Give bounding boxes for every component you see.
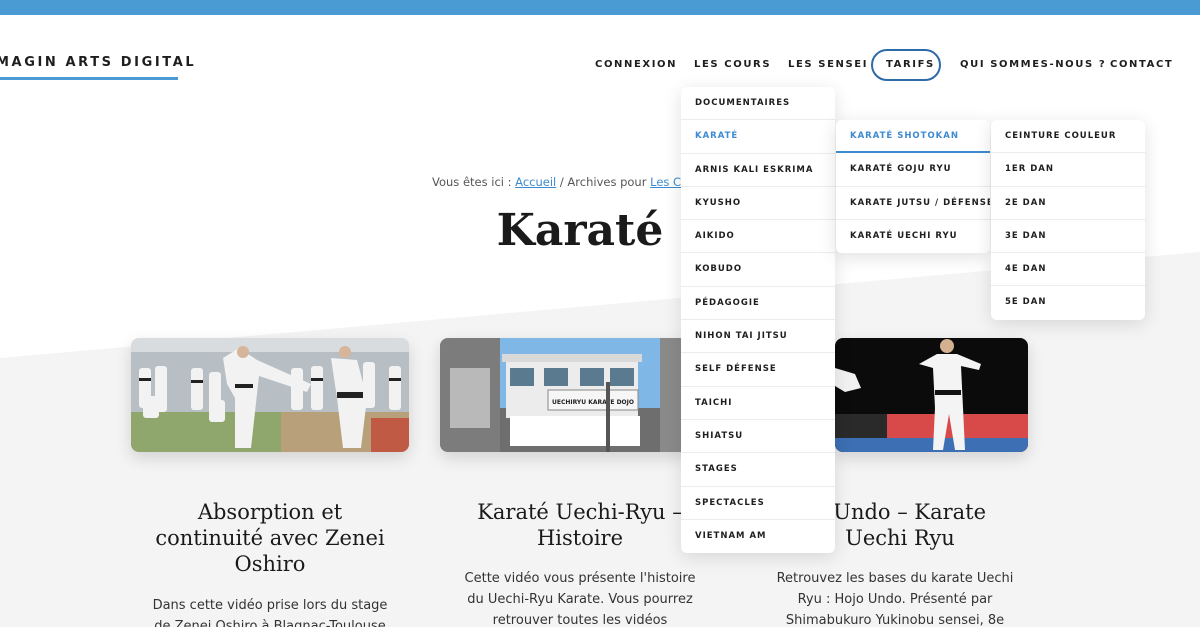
menu-item-vietnam-am[interactable]: VIETNAM AM	[681, 520, 835, 553]
menu-item-karate-goju-ryu[interactable]: KARATÉ GOJU RYU	[836, 153, 990, 187]
card-image-oshiro[interactable]	[131, 338, 409, 452]
menu-item-documentaires[interactable]: DOCUMENTAIRES	[681, 87, 835, 121]
nav-tarifs[interactable]: TARIFS	[886, 49, 935, 81]
menu-item-3e-dan[interactable]: 3E DAN	[991, 220, 1145, 254]
breadcrumb-prefix: Vous êtes ici :	[432, 175, 516, 189]
menu-item-aikido[interactable]: AIKIDO	[681, 220, 835, 254]
menu-item-ceinture-couleur[interactable]: CEINTURE COULEUR	[991, 120, 1145, 154]
menu-item-stages[interactable]: STAGES	[681, 453, 835, 487]
nav-les-sensei[interactable]: LES SENSEI	[788, 49, 868, 81]
menu-item-karate-shotokan[interactable]: KARATÉ SHOTOKAN	[836, 120, 990, 154]
breadcrumb-separator: / Archives pour	[556, 175, 651, 189]
card-excerpt-hojo-undo: Retrouvez les bases du karate Uechi Ryu …	[776, 571, 1014, 627]
menu-item-4e-dan[interactable]: 4E DAN	[991, 253, 1145, 287]
card-excerpt-oshiro: Dans cette vidéo prise lors du stage de …	[152, 598, 388, 627]
card-title-uechi-histoire[interactable]: Karaté Uechi-Ryu – Histoire	[460, 499, 700, 551]
nav-contact[interactable]: CONTACT	[1110, 49, 1173, 81]
menu-item-1er-dan[interactable]: 1ER DAN	[991, 153, 1145, 187]
menu-item-karate-uechi-ryu[interactable]: KARATÉ UECHI RYU	[836, 220, 990, 253]
page-title: Karaté	[496, 205, 664, 256]
dropdown-shotokan: CEINTURE COULEUR 1ER DAN 2E DAN 3E DAN 4…	[991, 120, 1145, 320]
dropdown-les-cours: DOCUMENTAIRES KARATÉ ARNIS KALI ESKRIMA …	[681, 87, 835, 554]
main-nav: CONNEXION LES COURS LES SENSEI TARIFS QU…	[0, 49, 1200, 81]
breadcrumb: Vous êtes ici : Accueil / Archives pour …	[432, 175, 706, 189]
menu-item-karate[interactable]: KARATÉ	[681, 120, 835, 154]
breadcrumb-home-link[interactable]: Accueil	[515, 175, 556, 189]
menu-item-spectacles[interactable]: SPECTACLES	[681, 487, 835, 520]
nav-qui-sommes-nous[interactable]: QUI SOMMES-NOUS ?	[960, 49, 1106, 81]
card-image-hojo-undo[interactable]	[835, 338, 1028, 452]
dojo-sign-text: UECHIRYU KARATE DOJO	[552, 399, 634, 406]
menu-item-kobudo[interactable]: KOBUDO	[681, 253, 835, 287]
menu-item-2e-dan[interactable]: 2E DAN	[991, 187, 1145, 220]
menu-item-5e-dan[interactable]: 5E DAN	[991, 286, 1145, 319]
menu-item-karate-jutsu-defense[interactable]: KARATE JUTSU / DÉFENSE	[836, 187, 990, 220]
menu-item-self-defense[interactable]: SELF DÉFENSE	[681, 353, 835, 387]
card-excerpt-uechi-histoire: Cette vidéo vous présente l'histoire du …	[464, 571, 696, 627]
card-image-uechi-histoire[interactable]: UECHIRYU KARATE DOJO	[440, 338, 690, 452]
menu-item-shiatsu[interactable]: SHIATSU	[681, 420, 835, 454]
menu-item-arnis-kali-eskrima[interactable]: ARNIS KALI ESKRIMA	[681, 154, 835, 187]
menu-item-taichi[interactable]: TAICHI	[681, 387, 835, 420]
dropdown-karate: KARATÉ SHOTOKAN KARATÉ GOJU RYU KARATE J…	[836, 120, 990, 254]
nav-connexion[interactable]: CONNEXION	[595, 49, 677, 81]
nav-les-cours[interactable]: LES COURS	[694, 49, 771, 81]
card-title-oshiro[interactable]: Absorption et continuité avec Zenei Oshi…	[150, 499, 390, 577]
menu-item-kyusho[interactable]: KYUSHO	[681, 187, 835, 221]
menu-item-pedagogie[interactable]: PÉDAGOGIE	[681, 287, 835, 321]
menu-item-nihon-tai-jitsu[interactable]: NIHON TAI JITSU	[681, 320, 835, 354]
